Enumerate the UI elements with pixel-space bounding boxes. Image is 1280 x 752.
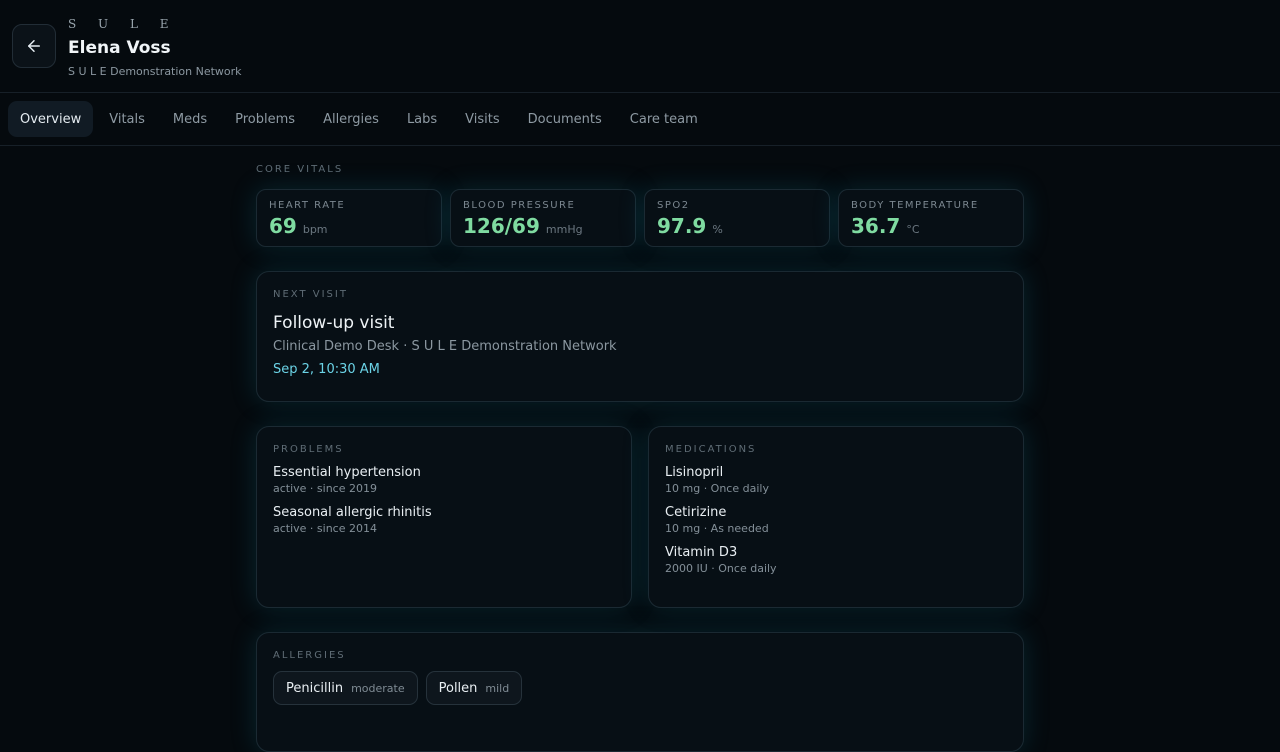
vital-blood-pressure: BLOOD PRESSURE 126/69 mmHg — [450, 189, 636, 247]
allergy-chip[interactable]: Penicillin moderate — [273, 671, 418, 705]
vital-unit: °C — [906, 223, 920, 236]
vital-label: HEART RATE — [269, 200, 346, 211]
brand-logo: S U L E — [68, 17, 178, 31]
tab-vitals[interactable]: Vitals — [97, 101, 157, 137]
list-item[interactable]: Lisinopril 10 mg · Once daily — [665, 465, 1007, 495]
tab-overview[interactable]: Overview — [8, 101, 94, 137]
vital-label: BLOOD PRESSURE — [463, 200, 576, 211]
tab-allergies[interactable]: Allergies — [311, 101, 391, 137]
tab-care-team[interactable]: Care team — [618, 101, 710, 137]
problems-card: PROBLEMS Essential hypertension active ·… — [256, 426, 632, 608]
next-visit-label: NEXT VISIT — [273, 289, 348, 300]
medication-dose: 10 mg · As needed — [665, 522, 769, 535]
network-name: S U L E Demonstration Network — [68, 65, 242, 78]
overview-content: CORE VITALS HEART RATE 69 bpm BLOOD PRES… — [256, 146, 1024, 752]
problems-label: PROBLEMS — [273, 444, 344, 455]
medications-label: MEDICATIONS — [665, 444, 757, 455]
visit-time: Sep 2, 10:30 AM — [273, 362, 380, 377]
visit-location: Clinical Demo Desk · S U L E Demonstrati… — [273, 339, 617, 354]
medication-name: Cetirizine — [665, 505, 727, 520]
tab-meds[interactable]: Meds — [161, 101, 219, 137]
list-item[interactable]: Vitamin D3 2000 IU · Once daily — [665, 545, 1007, 575]
vital-spo2: SPO2 97.9 % — [644, 189, 830, 247]
allergy-chip-list: Penicillin moderate Pollen mild — [273, 671, 1007, 705]
arrow-left-icon — [28, 40, 40, 52]
visit-title: Follow-up visit — [273, 313, 395, 333]
vital-unit: mmHg — [545, 223, 583, 236]
problem-status: active · since 2019 — [273, 482, 377, 495]
vitals-row: HEART RATE 69 bpm BLOOD PRESSURE 126/69 … — [256, 189, 1024, 247]
tab-visits[interactable]: Visits — [453, 101, 511, 137]
list-item[interactable]: Cetirizine 10 mg · As needed — [665, 505, 1007, 535]
allergies-label: ALLERGIES — [273, 650, 346, 661]
vital-value: 69 — [269, 214, 297, 238]
allergies-card: ALLERGIES Penicillin moderate Pollen mil… — [256, 632, 1024, 752]
vital-body-temperature: BODY TEMPERATURE 36.7 °C — [838, 189, 1024, 247]
tab-documents[interactable]: Documents — [516, 101, 614, 137]
back-button[interactable] — [12, 24, 56, 68]
vital-value: 97.9 — [657, 214, 707, 238]
vital-value: 36.7 — [851, 214, 901, 238]
problem-title: Seasonal allergic rhinitis — [273, 505, 432, 520]
core-vitals-label: CORE VITALS — [256, 164, 344, 175]
vital-unit: % — [712, 223, 723, 236]
medication-dose: 10 mg · Once daily — [665, 482, 769, 495]
medication-name: Vitamin D3 — [665, 545, 738, 560]
allergy-chip[interactable]: Pollen mild — [425, 671, 523, 705]
vital-heart-rate: HEART RATE 69 bpm — [256, 189, 442, 247]
list-item[interactable]: Seasonal allergic rhinitis active · sinc… — [273, 505, 615, 535]
app-header: S U L E Elena Voss S U L E Demonstration… — [0, 0, 1280, 93]
allergy-severity: moderate — [351, 681, 405, 695]
medication-name: Lisinopril — [665, 465, 724, 480]
allergy-severity: mild — [485, 681, 510, 695]
problems-medications-row: PROBLEMS Essential hypertension active ·… — [256, 426, 1024, 608]
tab-bar: Overview Vitals Meds Problems Allergies … — [0, 93, 1280, 146]
allergy-name: Penicillin — [286, 680, 344, 696]
tab-problems[interactable]: Problems — [223, 101, 307, 137]
allergy-name: Pollen — [438, 680, 478, 696]
vital-label: SPO2 — [657, 200, 690, 211]
medications-card: MEDICATIONS Lisinopril 10 mg · Once dail… — [648, 426, 1024, 608]
vital-unit: bpm — [302, 223, 328, 236]
tab-labs[interactable]: Labs — [395, 101, 449, 137]
list-item[interactable]: Essential hypertension active · since 20… — [273, 465, 615, 495]
vital-label: BODY TEMPERATURE — [851, 200, 979, 211]
patient-name: Elena Voss — [68, 38, 171, 58]
next-visit-card[interactable]: NEXT VISIT Follow-up visit Clinical Demo… — [256, 271, 1024, 402]
problem-title: Essential hypertension — [273, 465, 421, 480]
problem-status: active · since 2014 — [273, 522, 377, 535]
medication-dose: 2000 IU · Once daily — [665, 562, 777, 575]
vital-value: 126/69 — [463, 214, 540, 238]
